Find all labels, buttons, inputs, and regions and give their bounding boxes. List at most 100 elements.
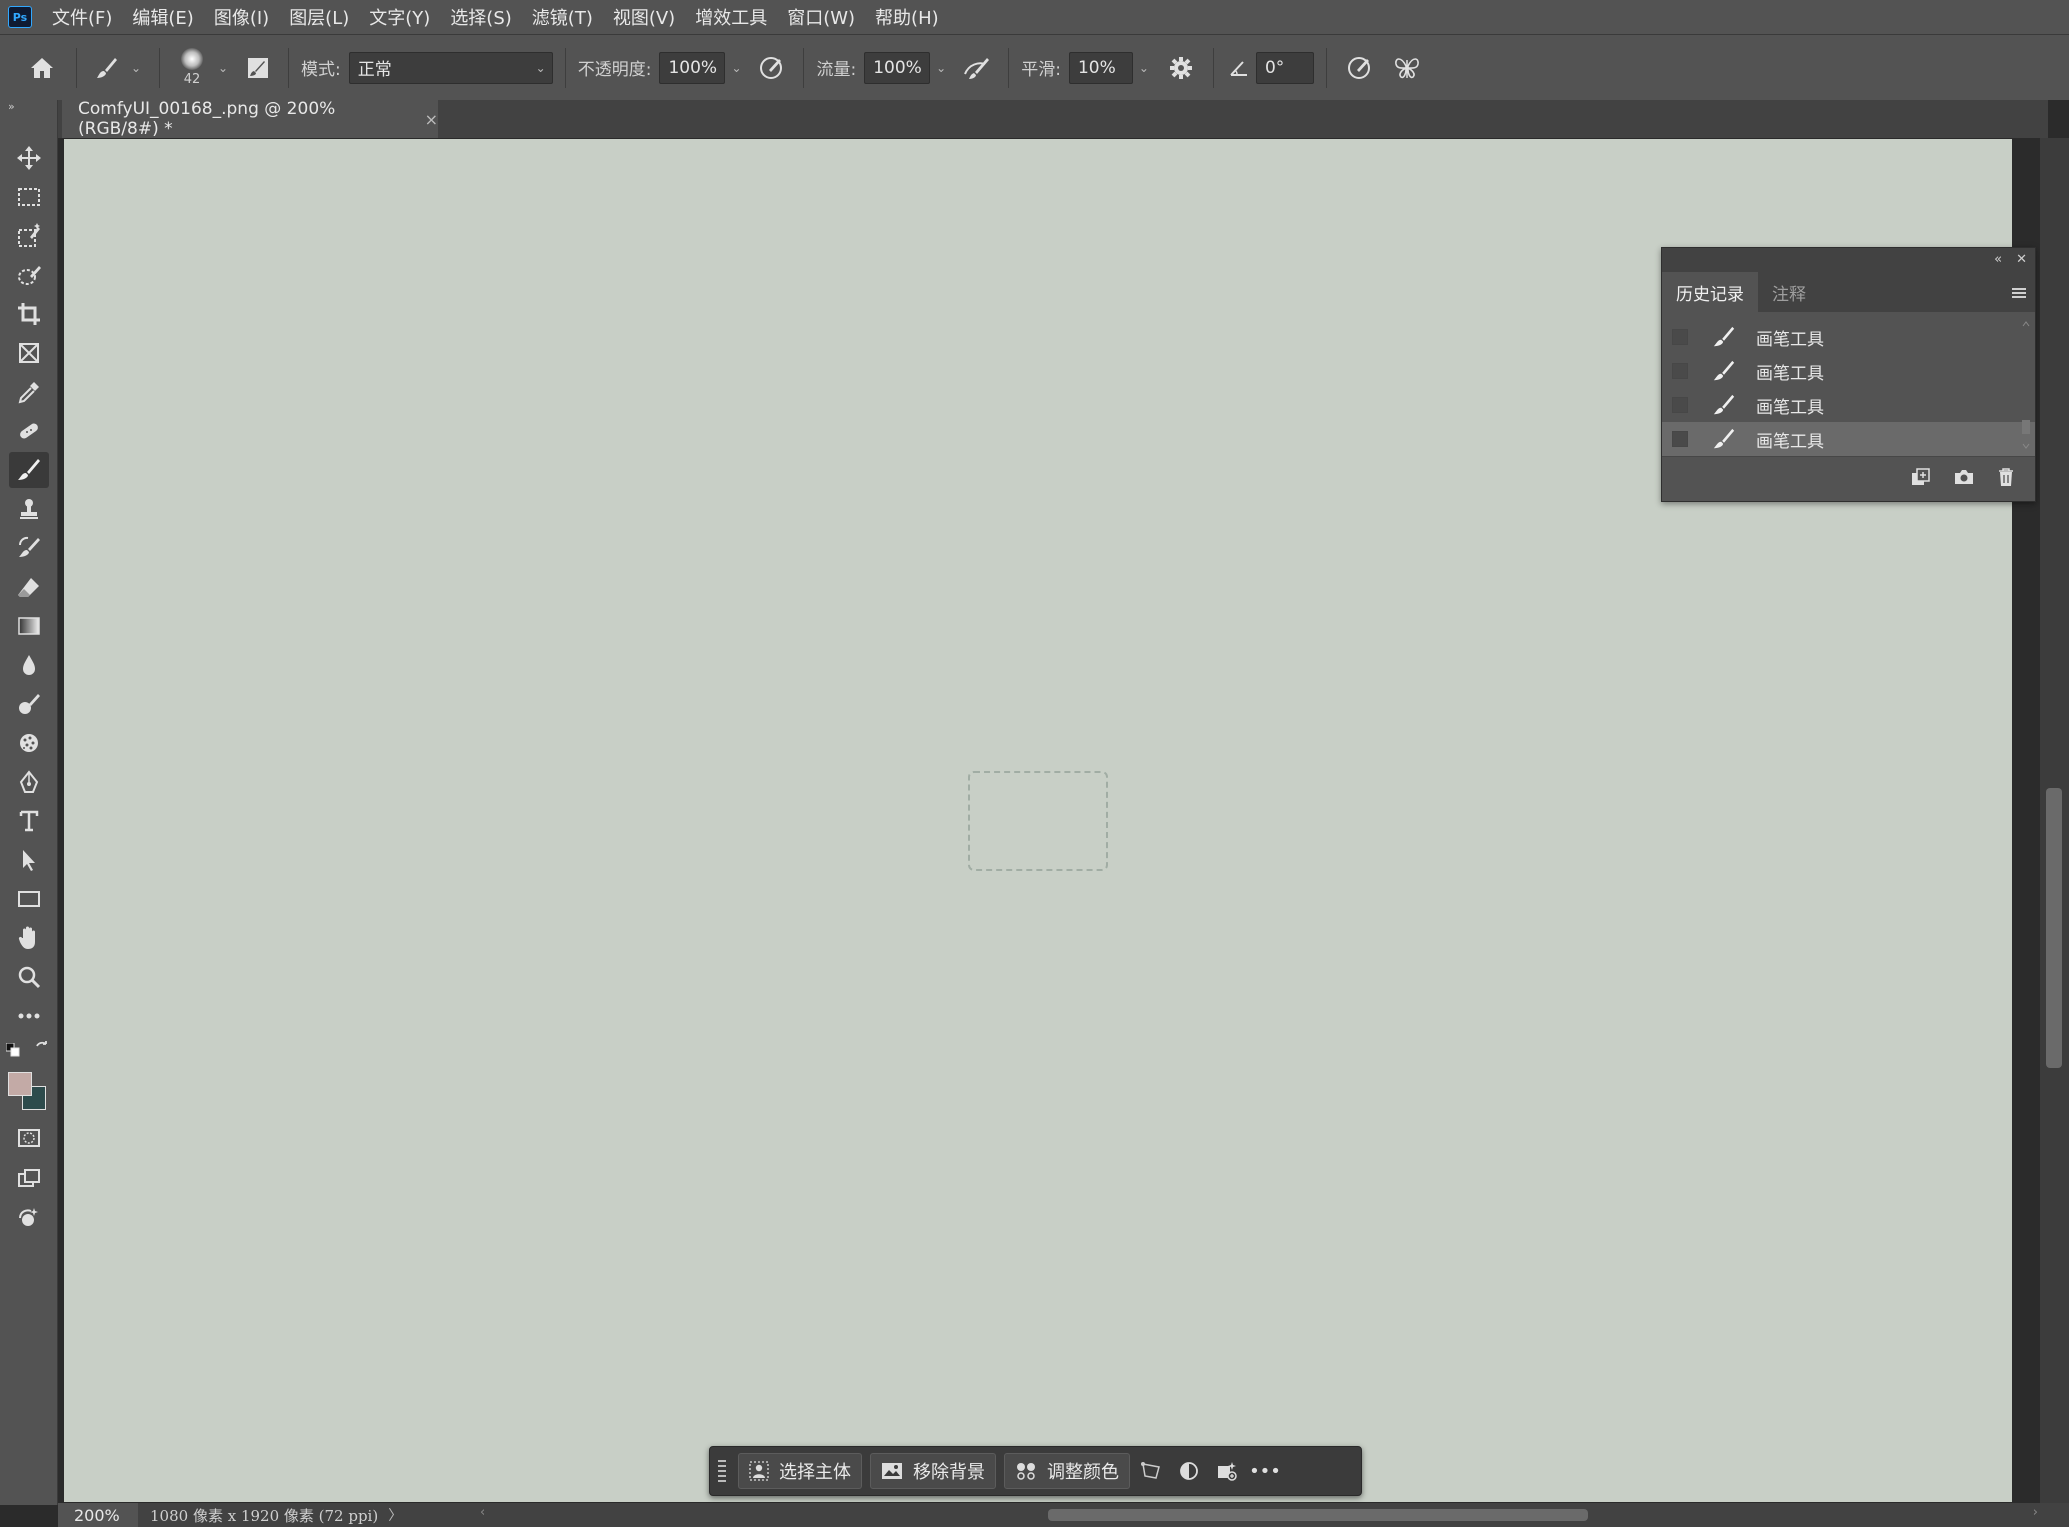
chevron-down-icon[interactable]: ⌄ <box>212 52 234 84</box>
menu-plugins[interactable]: 增效工具 <box>695 4 767 30</box>
quick-selection-icon[interactable] <box>9 257 49 293</box>
gear-icon[interactable] <box>1161 48 1201 88</box>
zoom-icon[interactable] <box>9 959 49 995</box>
blur-drop-icon[interactable] <box>9 647 49 683</box>
drag-handle-icon[interactable] <box>714 1453 730 1489</box>
remove-background-button[interactable]: 移除背景 <box>870 1453 996 1489</box>
brush-size-picker[interactable]: 42 <box>172 43 212 93</box>
generative-fill-icon[interactable] <box>1210 1453 1244 1489</box>
crop-icon[interactable] <box>9 296 49 332</box>
history-panel: « ✕ 历史记录 注释 画笔工具 画笔工具 画笔工具 画笔工具 <box>1661 247 2036 502</box>
path-selection-icon[interactable] <box>9 842 49 878</box>
type-icon[interactable] <box>9 803 49 839</box>
eyedropper-icon[interactable] <box>9 374 49 410</box>
panel-tabs: 历史记录 注释 <box>1662 270 2035 312</box>
eraser-icon[interactable] <box>9 569 49 605</box>
adjust-color-button[interactable]: 调整颜色 <box>1004 1453 1130 1489</box>
pen-icon[interactable] <box>9 764 49 800</box>
adjustment-layer-icon[interactable] <box>1172 1453 1206 1489</box>
generative-plus-icon[interactable] <box>9 1200 49 1236</box>
smoothing-input[interactable]: 10% <box>1068 51 1133 84</box>
flow-input[interactable]: 100% <box>864 51 931 84</box>
healing-brush-icon[interactable] <box>9 413 49 449</box>
brush-preset-icon[interactable] <box>89 48 125 88</box>
menu-image[interactable]: 图像(I) <box>214 4 269 30</box>
rectangular-marquee-icon[interactable] <box>9 179 49 215</box>
frame-icon[interactable] <box>9 335 49 371</box>
new-document-from-state-icon[interactable] <box>1909 467 1931 491</box>
quick-mask-icon[interactable] <box>9 1120 49 1156</box>
dodge-icon[interactable] <box>9 686 49 722</box>
panel-menu-icon[interactable] <box>2011 284 2027 303</box>
status-menu-arrow-icon[interactable]: 〉 <box>388 1505 402 1525</box>
airbrush-icon[interactable] <box>956 48 996 88</box>
collapse-toolbar-icon[interactable]: » <box>8 100 15 113</box>
menu-help[interactable]: 帮助(H) <box>875 4 939 30</box>
history-item-selected[interactable]: 画笔工具 <box>1662 422 2035 456</box>
clone-stamp-icon[interactable] <box>9 491 49 527</box>
select-subject-button[interactable]: 选择主体 <box>738 1453 862 1489</box>
hand-icon[interactable] <box>9 920 49 956</box>
rectangle-icon[interactable] <box>9 881 49 917</box>
chevron-down-icon[interactable]: ⌄ <box>1133 52 1155 84</box>
trash-icon[interactable] <box>1997 467 2015 491</box>
collapse-panel-icon[interactable]: « <box>1994 252 2002 267</box>
pressure-size-icon[interactable] <box>1339 48 1379 88</box>
home-icon[interactable] <box>20 46 64 90</box>
screen-mode-icon[interactable] <box>9 1160 49 1196</box>
more-options-icon[interactable]: ••• <box>1248 1453 1282 1489</box>
divider <box>288 47 289 88</box>
tab-notes[interactable]: 注释 <box>1758 272 1820 312</box>
history-item[interactable]: 画笔工具 <box>1662 354 2035 388</box>
brush-icon[interactable] <box>9 452 49 488</box>
sponge-icon[interactable] <box>9 725 49 761</box>
swap-colors-icon[interactable] <box>34 1040 50 1056</box>
blend-mode-select[interactable]: 正常 ⌄ <box>348 51 553 84</box>
close-icon[interactable]: × <box>425 110 438 129</box>
history-snapshot-checkbox[interactable] <box>1672 431 1688 447</box>
canvas-content-placeholder <box>968 770 1108 871</box>
pressure-opacity-icon[interactable] <box>751 48 791 88</box>
menu-layer[interactable]: 图层(L) <box>289 4 349 30</box>
brush-settings-panel-icon[interactable] <box>240 50 276 86</box>
scroll-right-icon[interactable]: › <box>2033 1505 2038 1520</box>
history-snapshot-checkbox[interactable] <box>1672 363 1688 379</box>
history-snapshot-checkbox[interactable] <box>1672 329 1688 345</box>
history-brush-icon[interactable] <box>9 530 49 566</box>
transform-icon[interactable] <box>1134 1453 1168 1489</box>
camera-icon[interactable] <box>1953 468 1975 490</box>
scroll-left-icon[interactable]: ‹ <box>480 1505 485 1520</box>
history-item[interactable]: 画笔工具 <box>1662 388 2035 422</box>
move-tool-icon[interactable] <box>9 140 49 176</box>
history-scrollbar[interactable] <box>2021 320 2031 450</box>
horizontal-scrollbar[interactable]: ‹ › <box>418 1503 2038 1527</box>
menu-edit[interactable]: 编辑(E) <box>132 4 193 30</box>
gradient-icon[interactable] <box>9 608 49 644</box>
default-colors-icon[interactable] <box>5 1042 20 1057</box>
panel-header: « ✕ <box>1662 248 2035 270</box>
history-snapshot-checkbox[interactable] <box>1672 397 1688 413</box>
menu-type[interactable]: 文字(Y) <box>369 4 430 30</box>
chevron-down-icon[interactable]: ⌄ <box>930 52 952 84</box>
close-panel-icon[interactable]: ✕ <box>2016 252 2027 267</box>
opacity-input[interactable]: 100% <box>659 51 726 84</box>
document-tab[interactable]: ComfyUI_00168_.png @ 200%(RGB/8#) * × <box>62 99 438 139</box>
tab-history[interactable]: 历史记录 <box>1662 272 1758 312</box>
menu-view[interactable]: 视图(V) <box>613 4 675 30</box>
horizontal-scroll-thumb[interactable] <box>1048 1509 1588 1521</box>
menu-filter[interactable]: 滤镜(T) <box>532 4 593 30</box>
symmetry-butterfly-icon[interactable] <box>1387 48 1427 88</box>
chevron-down-icon[interactable]: ⌄ <box>725 52 747 84</box>
object-selection-icon[interactable] <box>9 218 49 254</box>
vertical-scrollbar[interactable] <box>2040 138 2069 1505</box>
angle-input[interactable]: 0° <box>1255 51 1314 84</box>
vertical-scroll-thumb[interactable] <box>2046 788 2062 1068</box>
chevron-down-icon[interactable]: ⌄ <box>125 52 147 84</box>
menu-window[interactable]: 窗口(W) <box>787 4 855 30</box>
more-tools-icon[interactable] <box>9 998 49 1034</box>
foreground-color-swatch[interactable] <box>8 1072 32 1096</box>
history-item[interactable]: 画笔工具 <box>1662 320 2035 354</box>
menu-select[interactable]: 选择(S) <box>450 4 511 30</box>
menu-file[interactable]: 文件(F) <box>52 4 112 30</box>
zoom-level-field[interactable]: 200% <box>58 1503 138 1527</box>
